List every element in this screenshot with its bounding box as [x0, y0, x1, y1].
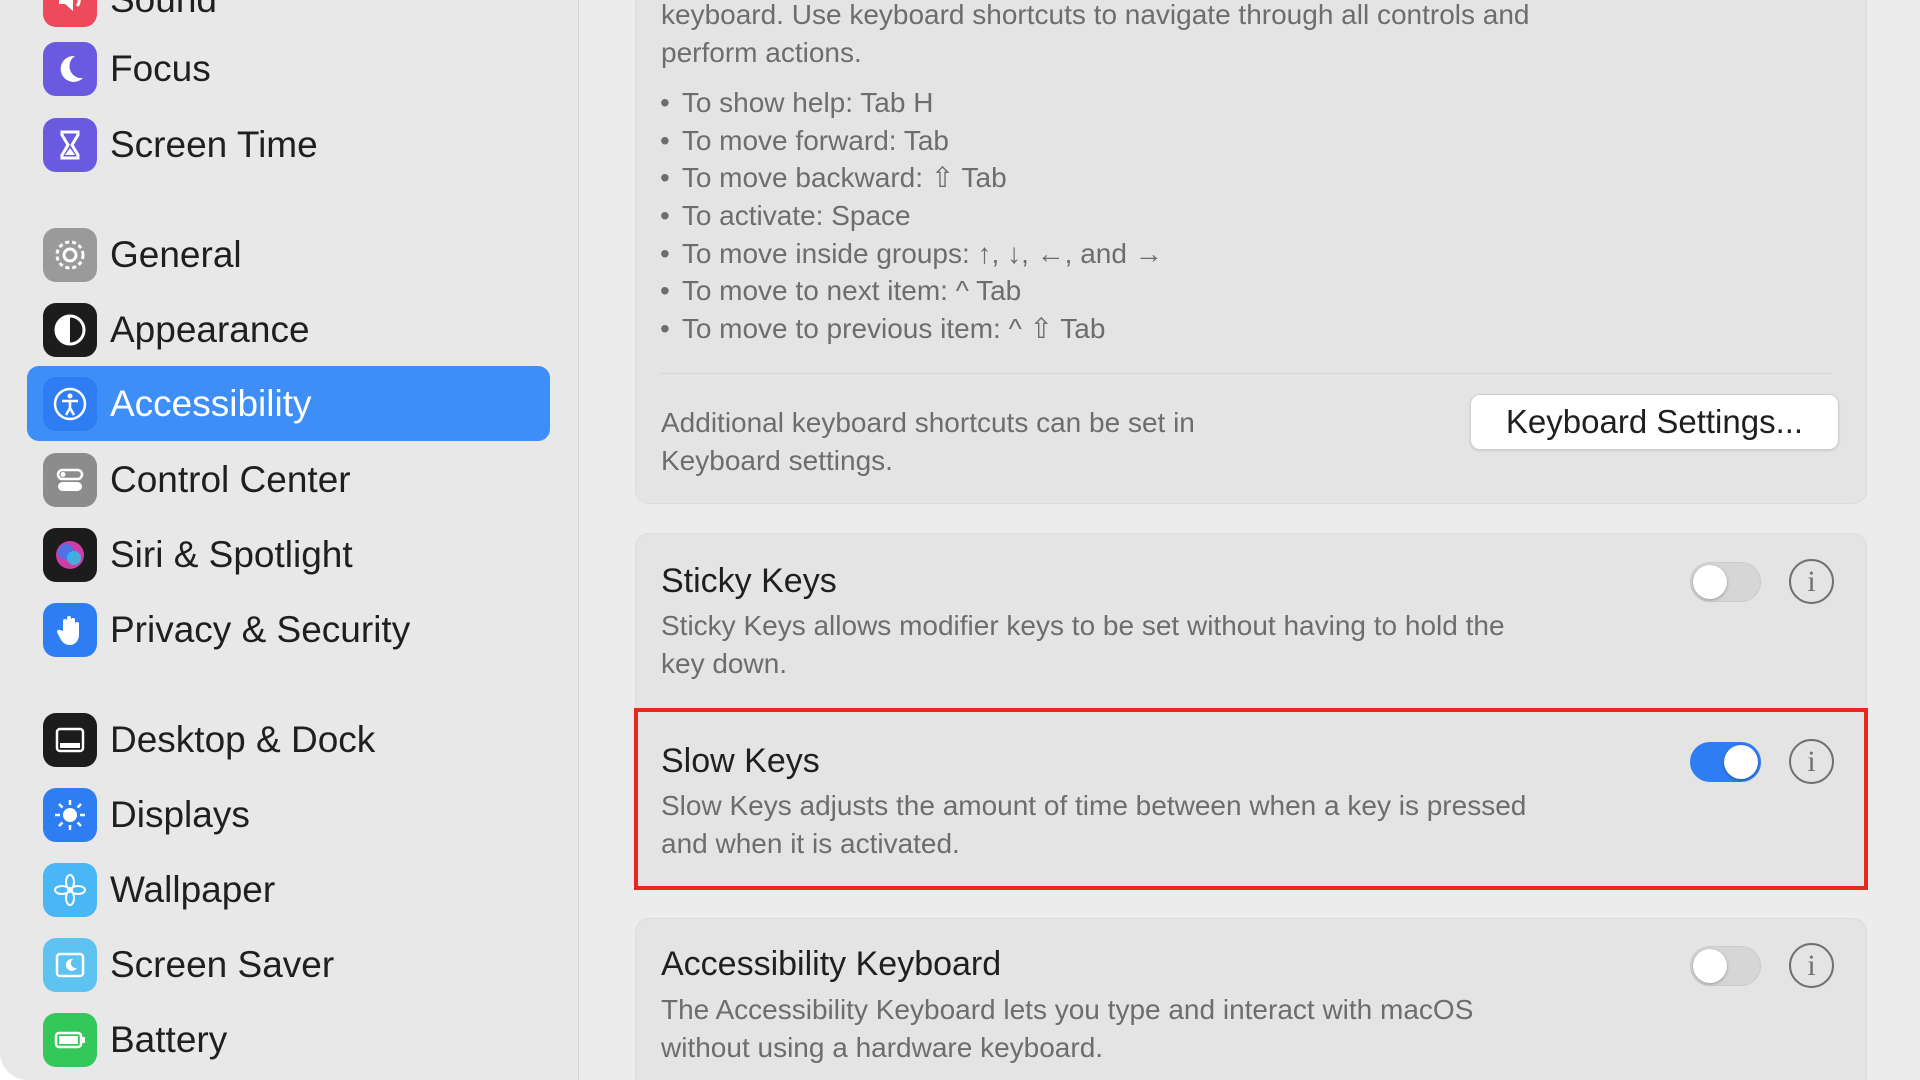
list-item: To move inside groups: ↑, ↓, ←, and → — [660, 235, 1810, 273]
list-item: To move to previous item: ^ ⇧ Tab — [660, 310, 1810, 348]
sidebar-item-label: Sound — [110, 0, 217, 21]
sun-icon — [43, 787, 97, 842]
system-settings-window: Sound Focus Screen Time General Appearan — [0, 0, 1920, 1080]
intro-text-line1: keyboard. Use keyboard shortcuts to navi… — [661, 0, 1530, 30]
sidebar-item-screen-saver[interactable]: Screen Saver — [27, 927, 550, 1002]
accessibility-keyboard-toggle[interactable] — [1690, 946, 1761, 986]
sidebar-item-siri-spotlight[interactable]: Siri & Spotlight — [27, 517, 550, 592]
sidebar-item-focus[interactable]: Focus — [27, 31, 550, 106]
sidebar-item-control-center[interactable]: Control Center — [27, 442, 550, 517]
sidebar-item-battery[interactable]: Battery — [27, 1002, 550, 1077]
sidebar-item-label: Screen Saver — [110, 943, 335, 985]
sidebar-item-label: Accessibility — [110, 382, 312, 424]
list-item: To move forward: Tab — [660, 122, 1810, 160]
list-item: To show help: Tab H — [660, 84, 1810, 122]
gear-icon — [43, 227, 97, 282]
slow-keys-toggle[interactable] — [1690, 742, 1761, 782]
sidebar-item-general[interactable]: General — [27, 217, 550, 292]
sidebar-item-label: Screen Time — [110, 123, 318, 165]
list-item: To move to next item: ^ Tab — [660, 272, 1810, 310]
sidebar-item-label: Focus — [110, 47, 211, 89]
divider — [660, 373, 1832, 374]
additional-shortcuts-line1: Additional keyboard shortcuts can be set… — [661, 407, 1195, 438]
appearance-icon — [43, 302, 97, 357]
screen-saver-icon — [43, 937, 97, 992]
sticky-keys-title: Sticky Keys — [661, 562, 837, 600]
dock-icon — [43, 712, 97, 767]
content-pane: keyboard. Use keyboard shortcuts to navi… — [580, 0, 1920, 1080]
accessibility-keyboard-title: Accessibility Keyboard — [661, 945, 1002, 983]
sidebar-item-label: Appearance — [110, 308, 310, 350]
slow-keys-desc-line2: and when it is activated. — [661, 828, 960, 859]
toggle-knob — [1693, 949, 1727, 983]
slow-keys-info-icon[interactable]: i — [1789, 739, 1834, 784]
sidebar-item-wallpaper[interactable]: Wallpaper — [27, 852, 550, 927]
sidebar-item-label: Privacy & Security — [110, 608, 411, 650]
sidebar-item-label: Displays — [110, 793, 250, 835]
sidebar-item-screen-time[interactable]: Screen Time — [27, 107, 550, 182]
flower-icon — [43, 862, 97, 917]
additional-shortcuts-line2: Keyboard settings. — [661, 445, 893, 476]
sticky-keys-info-icon[interactable]: i — [1789, 559, 1834, 604]
control-center-icon — [43, 452, 97, 507]
intro-text-line2: perform actions. — [661, 37, 862, 68]
sidebar-item-label: Wallpaper — [110, 868, 276, 910]
list-item: To activate: Space — [660, 197, 1810, 235]
accessibility-keyboard-desc-line2: without using a hardware keyboard. — [661, 1032, 1104, 1063]
hourglass-icon — [43, 117, 97, 172]
sidebar-item-label: Desktop & Dock — [110, 718, 376, 760]
sidebar-item-appearance[interactable]: Appearance — [27, 292, 550, 367]
sidebar-item-displays[interactable]: Displays — [27, 777, 550, 852]
sticky-keys-toggle[interactable] — [1690, 562, 1761, 602]
accessibility-icon — [43, 376, 97, 431]
sound-icon — [43, 0, 97, 27]
list-item: To move backward: ⇧ Tab — [660, 159, 1810, 197]
sidebar-item-desktop-dock[interactable]: Desktop & Dock — [27, 702, 550, 777]
sticky-keys-desc-line2: key down. — [661, 648, 788, 679]
hand-icon — [43, 602, 97, 657]
sidebar-item-label: Siri & Spotlight — [110, 533, 353, 575]
sidebar-item-label: Battery — [110, 1018, 228, 1060]
slow-keys-title: Slow Keys — [661, 742, 820, 780]
sidebar-item-privacy-security[interactable]: Privacy & Security — [27, 592, 550, 667]
battery-icon — [43, 1012, 97, 1067]
sidebar-item-accessibility[interactable]: Accessibility — [27, 366, 550, 441]
moon-icon — [43, 41, 97, 96]
sidebar: Sound Focus Screen Time General Appearan — [0, 0, 579, 1080]
accessibility-keyboard-info-icon[interactable]: i — [1789, 943, 1834, 988]
sticky-keys-desc-line1: Sticky Keys allows modifier keys to be s… — [661, 610, 1505, 641]
sidebar-item-label: Control Center — [110, 458, 351, 500]
toggle-knob — [1724, 745, 1758, 779]
keyboard-settings-button[interactable]: Keyboard Settings... — [1470, 394, 1839, 450]
accessibility-keyboard-desc-line1: The Accessibility Keyboard lets you type… — [661, 994, 1474, 1025]
slow-keys-desc-line1: Slow Keys adjusts the amount of time bet… — [661, 790, 1527, 821]
siri-icon — [43, 527, 97, 582]
toggle-knob — [1693, 565, 1727, 599]
sidebar-item-label: General — [110, 233, 242, 275]
shortcut-list: To show help: Tab H To move forward: Tab… — [660, 84, 1810, 348]
